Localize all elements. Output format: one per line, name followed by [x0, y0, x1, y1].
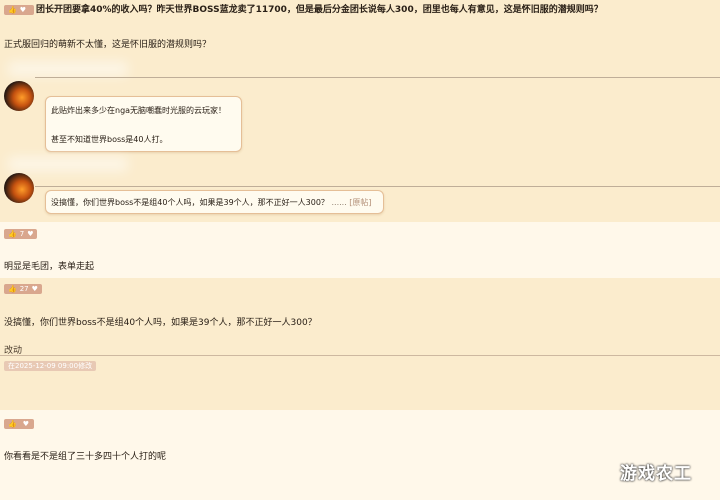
- heart-icon: ♥: [27, 230, 34, 238]
- quote-text: 没搞懂，你们世界boss不是组40个人吗，如果是39个人，那不正好一人300？: [51, 198, 329, 207]
- watermark-text: 游戏农工: [620, 464, 692, 484]
- reply-text: 你看看是不是组了三十多四十个人打的呢: [4, 452, 167, 462]
- thumb-up-icon: 👍: [8, 6, 17, 14]
- heart-icon: ♥: [22, 420, 29, 428]
- divider: [0, 355, 720, 356]
- like-count: 27: [19, 285, 29, 293]
- quote-line: 此贴炸出来多少在nga无脑嘲蠢时光服的云玩家！: [51, 106, 227, 115]
- username-blurred: [8, 62, 128, 76]
- quote-box: 没搞懂，你们世界boss不是组40个人吗，如果是39个人，那不正好一人300？ …: [45, 190, 384, 214]
- thread-body: 正式服回归的萌新不太懂，这是怀旧服的潜规则吗？: [4, 40, 212, 50]
- heart-icon: ♥: [19, 6, 26, 14]
- quote-line: 没搞懂，你们世界boss不是组40个人吗，如果是39个人，那不正好一人300？ …: [51, 197, 372, 208]
- reply-panel: 👍 7 ♥ 明显是毛团，表单走起: [0, 222, 720, 278]
- like-badge[interactable]: 👍 7 ♥: [4, 229, 38, 239]
- thumb-up-icon: 👍: [8, 285, 17, 293]
- reply-panel: 👍 27 ♥ 没搞懂，你们世界boss不是组40个人吗，如果是39个人，那不正好…: [0, 280, 720, 408]
- original-post-link[interactable]: [原帖]: [349, 198, 371, 207]
- like-badge[interactable]: 👍 ♥: [4, 419, 34, 429]
- quote-line: 甚至不知道世界boss是40人打。: [51, 135, 168, 144]
- quote-box: 此贴炸出来多少在nga无脑嘲蠢时光服的云玩家！ 甚至不知道世界boss是40人打…: [45, 96, 242, 152]
- reply-text: 没搞懂，你们世界boss不是组40个人吗，如果是39个人，那不正好一人300？: [4, 318, 317, 328]
- thumb-up-icon: 👍: [8, 420, 17, 428]
- like-count: 7: [19, 230, 25, 238]
- like-badge[interactable]: 👍 ♥: [4, 5, 34, 15]
- like-badge[interactable]: 👍 27 ♥: [4, 284, 42, 294]
- divider: [35, 77, 720, 78]
- thread-title: 团长开团要拿40%的收入吗？昨天世界BOSS蓝龙卖了11700，但是最后分金团长…: [36, 5, 603, 15]
- reply-text: 明显是毛团，表单走起: [4, 262, 95, 272]
- quote-ellipsis: ......: [331, 198, 347, 207]
- divider: [35, 186, 720, 187]
- avatar[interactable]: [4, 173, 34, 203]
- edit-time-badge: 在2025-12-09 09:00修改: [4, 361, 97, 371]
- thumb-up-icon: 👍: [8, 230, 17, 238]
- reply-panel: 👍 ♥ 你看看是不是组了三十多四十个人打的呢: [0, 410, 720, 500]
- heart-icon: ♥: [31, 285, 38, 293]
- username-blurred: [8, 157, 128, 171]
- avatar[interactable]: [4, 81, 34, 111]
